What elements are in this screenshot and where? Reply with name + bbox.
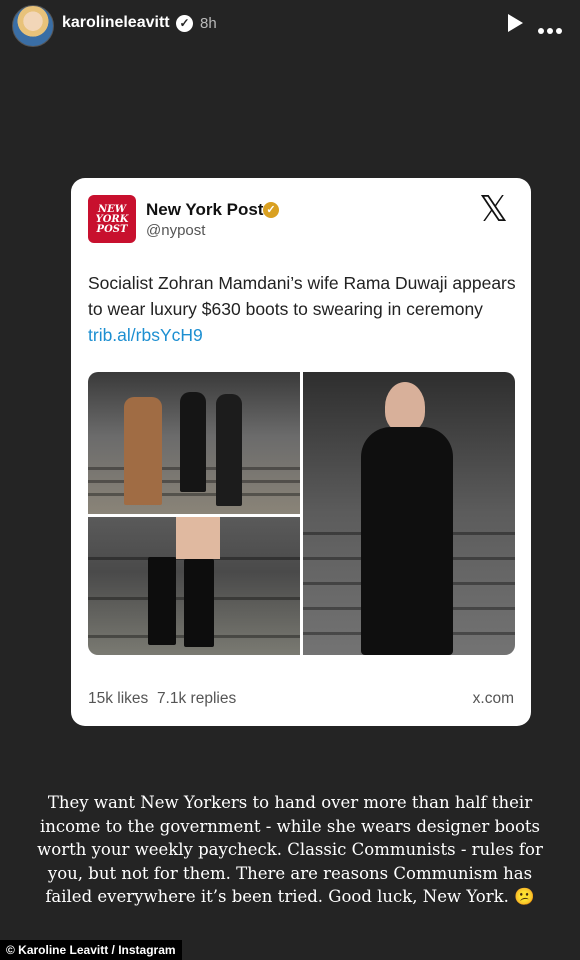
replies-count[interactable]: 7.1k replies: [157, 690, 236, 707]
post-handle[interactable]: @nypost: [146, 222, 205, 239]
ceremony-photo[interactable]: [88, 372, 300, 514]
embedded-post-card[interactable]: NEW YORK POST New York Post ✓ @nypost 𝕏 …: [71, 178, 531, 726]
avatar[interactable]: [12, 5, 54, 47]
story-caption: They want New Yorkers to hand over more …: [37, 793, 543, 906]
play-icon[interactable]: [508, 14, 523, 32]
post-stats: 15k likes 7.1k replies: [88, 690, 236, 708]
post-account-name[interactable]: New York Post: [146, 200, 263, 220]
verified-badge-icon: ✓: [176, 15, 193, 32]
story-header: karolineleavitt ✓ 8h: [0, 0, 580, 50]
x-logo-icon: 𝕏: [479, 189, 509, 230]
gold-verified-icon: ✓: [263, 202, 279, 218]
nypost-logo: NEW YORK POST: [88, 195, 136, 243]
post-media-grid[interactable]: [88, 372, 515, 655]
username[interactable]: karolineleavitt: [62, 14, 170, 32]
portrait-photo[interactable]: [303, 372, 515, 655]
post-body: Socialist Zohran Mamdani’s wife Rama Duw…: [88, 273, 516, 319]
time-ago: 8h: [200, 15, 217, 32]
boots-photo[interactable]: [88, 517, 300, 655]
photo-credit: © Karoline Leavitt / Instagram: [0, 940, 182, 960]
more-options-icon[interactable]: [538, 21, 566, 34]
post-text: Socialist Zohran Mamdani’s wife Rama Duw…: [88, 270, 518, 348]
post-link[interactable]: trib.al/rbsYcH9: [88, 325, 203, 345]
likes-count[interactable]: 15k likes: [88, 690, 148, 707]
post-source[interactable]: x.com: [473, 690, 514, 708]
